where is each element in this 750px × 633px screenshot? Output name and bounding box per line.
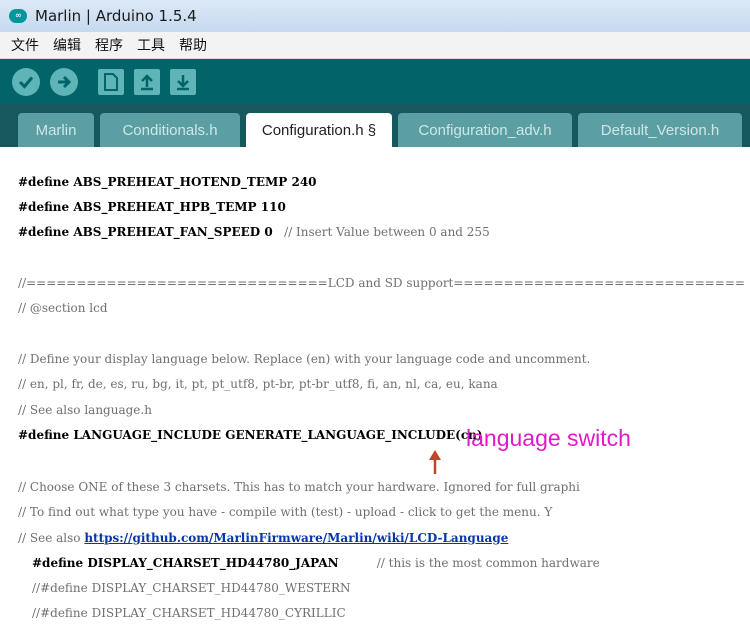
code-line: // To find out what type you have - comp… xyxy=(18,505,553,519)
menu-sketch[interactable]: 程序 xyxy=(95,35,123,55)
code-line: // Define your display language below. R… xyxy=(18,352,591,366)
tab-default-version[interactable]: Default_Version.h xyxy=(578,113,742,147)
code-line: // Choose ONE of these 3 charsets. This … xyxy=(18,480,580,494)
language-switch-annotation: language switch xyxy=(466,425,631,451)
arrow-down-icon xyxy=(177,74,189,90)
tab-configuration[interactable]: Configuration.h § xyxy=(246,113,392,147)
arrow-right-icon xyxy=(58,75,72,88)
new-button[interactable] xyxy=(98,68,124,95)
code-line: #define ABS_PREHEAT_HOTEND_TEMP 240 xyxy=(18,175,317,189)
save-button[interactable] xyxy=(170,68,196,95)
tab-marlin[interactable]: Marlin xyxy=(18,113,94,147)
tab-bar: Marlin Conditionals.h Configuration.h § … xyxy=(0,104,750,147)
code-line-language: #define LANGUAGE_INCLUDE GENERATE_LANGUA… xyxy=(18,428,483,442)
menu-edit[interactable]: 编辑 xyxy=(53,35,81,55)
menu-file[interactable]: 文件 xyxy=(11,35,39,55)
code-line: //#define DISPLAY_CHARSET_HD44780_CYRILL… xyxy=(32,606,346,620)
code-line: #define DISPLAY_CHARSET_HD44780_JAPAN //… xyxy=(32,556,600,570)
arduino-logo-icon: ∞ xyxy=(9,9,27,23)
code-line: //==============================LCD and … xyxy=(18,276,745,290)
check-icon xyxy=(18,76,34,89)
language-wiki-link[interactable]: https://github.com/MarlinFirmware/Marlin… xyxy=(84,531,508,545)
code-line: #define ABS_PREHEAT_FAN_SPEED 0 // Inser… xyxy=(18,225,490,239)
code-line: // See also language.h xyxy=(18,403,152,417)
menu-help[interactable]: 帮助 xyxy=(179,35,207,55)
toolbar xyxy=(0,59,750,104)
verify-button[interactable] xyxy=(12,67,40,96)
page-icon xyxy=(104,72,118,91)
menu-bar: 文件 编辑 程序 工具 帮助 xyxy=(0,32,750,59)
tab-configuration-adv[interactable]: Configuration_adv.h xyxy=(398,113,572,147)
title-bar: ∞ Marlin | Arduino 1.5.4 xyxy=(0,0,750,32)
code-line: #define ABS_PREHEAT_HPB_TEMP 110 xyxy=(18,200,286,214)
code-line: //#define DISPLAY_CHARSET_HD44780_WESTER… xyxy=(32,581,351,595)
code-line: // See also https://github.com/MarlinFir… xyxy=(18,531,509,545)
upload-button[interactable] xyxy=(50,67,78,96)
tab-conditionals[interactable]: Conditionals.h xyxy=(100,113,240,147)
window-title: Marlin | Arduino 1.5.4 xyxy=(35,7,197,25)
up-arrow-icon xyxy=(429,450,441,474)
code-line: // en, pl, fr, de, es, ru, bg, it, pt, p… xyxy=(18,377,498,391)
menu-tools[interactable]: 工具 xyxy=(137,35,165,55)
arrow-up-icon xyxy=(141,73,153,90)
code-editor[interactable]: #define ABS_PREHEAT_HOTEND_TEMP 240 #def… xyxy=(0,147,750,633)
open-button[interactable] xyxy=(134,68,160,95)
code-line: // @section lcd xyxy=(18,301,108,315)
